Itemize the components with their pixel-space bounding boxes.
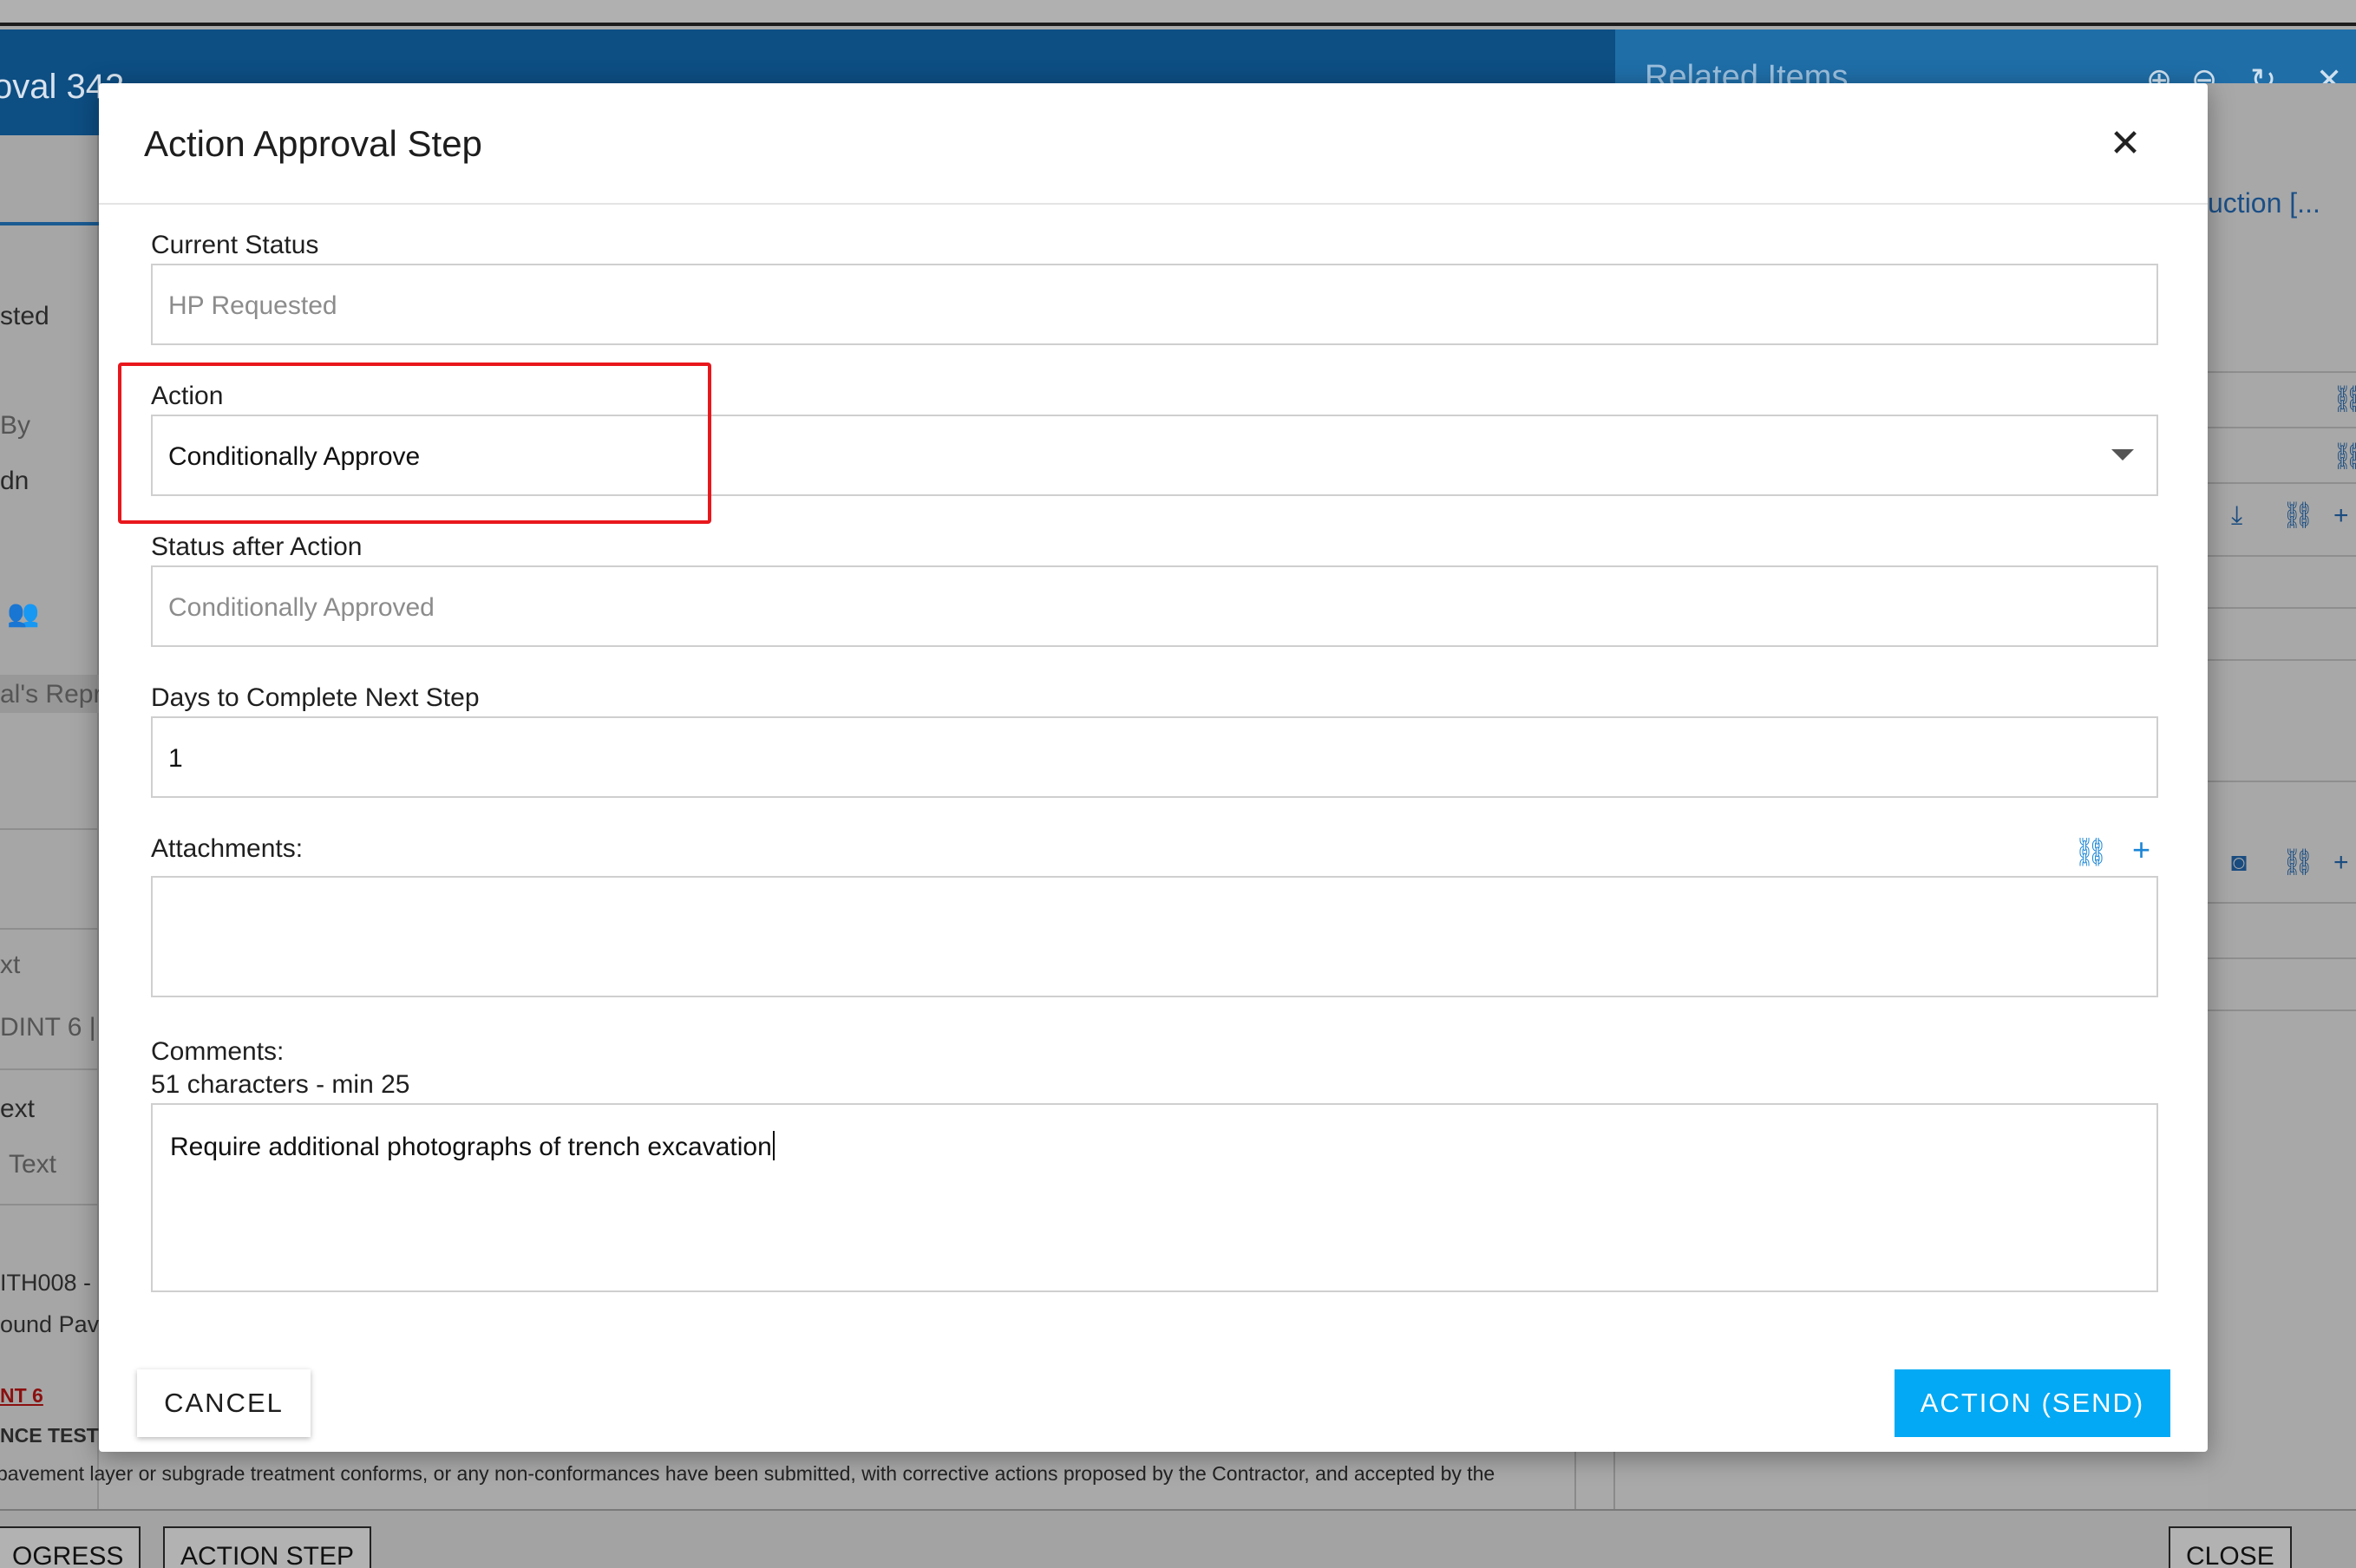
cancel-button[interactable]: CANCEL xyxy=(137,1369,311,1437)
left-label: ITH008 - xyxy=(0,1270,92,1296)
left-tab-indicator xyxy=(0,222,99,225)
days-label: Days to Complete Next Step xyxy=(151,683,480,712)
left-label: ext xyxy=(0,1094,36,1123)
link-icon[interactable]: ⛓ xyxy=(2332,387,2356,413)
comments-label: Comments: xyxy=(151,1037,285,1066)
attachments-label: Attachments: xyxy=(151,834,304,863)
divider xyxy=(2208,371,2356,373)
days-input[interactable]: 1 xyxy=(151,716,2158,798)
camera-icon[interactable]: ◙ xyxy=(2231,850,2247,876)
divider xyxy=(2208,607,2356,609)
related-item-link[interactable]: uction [... xyxy=(2208,187,2320,219)
link-icon[interactable]: ⛓ xyxy=(2281,850,2314,876)
document-text: pavement layer or subgrade treatment con… xyxy=(0,1462,1495,1485)
divider xyxy=(2208,957,2356,959)
attachments-dropzone[interactable] xyxy=(151,876,2158,997)
divider xyxy=(2208,659,2356,661)
link-icon[interactable]: ⛓ xyxy=(2281,503,2314,529)
action-selected-value: Conditionally Approve xyxy=(168,442,421,471)
divider xyxy=(0,828,99,830)
left-label: al's Repr xyxy=(0,680,102,709)
divider xyxy=(0,1068,99,1070)
divider xyxy=(2208,1009,2356,1011)
action-approval-dialog: Action Approval Step ✕ Current Status HP… xyxy=(99,83,2208,1452)
text-cursor xyxy=(772,1131,775,1160)
days-value: 1 xyxy=(168,744,183,773)
left-label: ound Pav xyxy=(0,1311,100,1337)
chevron-down-icon[interactable] xyxy=(2111,449,2134,461)
left-label: dn xyxy=(0,467,29,495)
current-status-field: HP Requested xyxy=(151,264,2158,345)
link-icon[interactable]: ⛓ xyxy=(2332,444,2356,470)
left-details-panel xyxy=(0,135,99,1509)
people-icon[interactable]: 👥 xyxy=(7,598,39,629)
left-label: NT 6 xyxy=(0,1384,43,1407)
action-label: Action xyxy=(151,382,224,410)
action-step-button[interactable]: ACTION STEP xyxy=(163,1526,372,1568)
comments-value: Require additional photographs of trench… xyxy=(170,1133,772,1161)
divider xyxy=(0,1204,99,1205)
status-after-value: Conditionally Approved xyxy=(168,593,435,622)
dialog-header: Action Approval Step ✕ xyxy=(99,83,2208,205)
download-icon[interactable]: ⤓ xyxy=(2231,503,2242,529)
divider xyxy=(2208,555,2356,557)
add-icon[interactable]: + xyxy=(2132,834,2150,866)
status-after-label: Status after Action xyxy=(151,532,363,561)
divider xyxy=(2208,781,2356,782)
close-icon[interactable]: ✕ xyxy=(2103,121,2148,167)
divider xyxy=(2208,902,2356,904)
action-send-button[interactable]: ACTION (SEND) xyxy=(1895,1369,2170,1437)
left-label: By xyxy=(0,411,31,440)
link-icon[interactable]: ⛓ xyxy=(2073,838,2109,866)
current-status-value: HP Requested xyxy=(168,291,337,320)
top-strip xyxy=(0,0,2356,26)
left-label: xt xyxy=(0,951,21,979)
progress-button[interactable]: OGRESS xyxy=(0,1526,141,1568)
add-icon[interactable]: + xyxy=(2333,850,2349,876)
left-label: NCE TESTI xyxy=(0,1424,105,1447)
close-button[interactable]: CLOSE xyxy=(2169,1526,2292,1568)
status-after-field: Conditionally Approved xyxy=(151,565,2158,647)
left-label: sted xyxy=(0,302,49,330)
related-items-panel xyxy=(2208,83,2356,1509)
comments-value-wrap: Require additional photographs of trench… xyxy=(170,1131,775,1162)
current-status-label: Current Status xyxy=(151,231,319,259)
left-label: DINT 6 | xyxy=(0,1013,96,1042)
comments-textarea[interactable]: Require additional photographs of trench… xyxy=(151,1103,2158,1292)
dialog-title: Action Approval Step xyxy=(144,123,482,164)
divider xyxy=(0,928,99,930)
left-label: Text xyxy=(9,1150,57,1179)
divider xyxy=(2208,427,2356,428)
action-select[interactable]: Conditionally Approve xyxy=(151,415,2158,496)
add-icon[interactable]: + xyxy=(2333,503,2349,529)
comments-char-count: 51 characters - min 25 xyxy=(151,1070,410,1099)
divider xyxy=(2208,482,2356,484)
